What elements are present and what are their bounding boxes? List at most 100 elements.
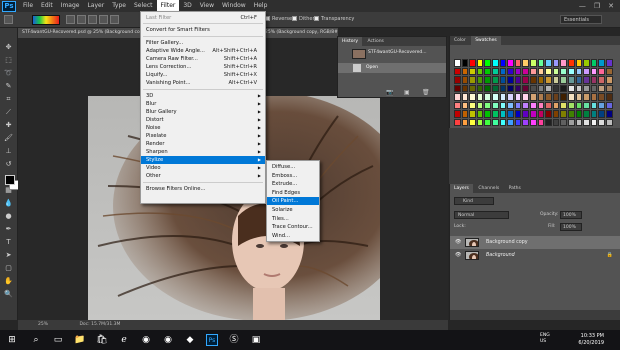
color-swatch[interactable] [598,84,605,92]
color-swatch[interactable] [575,110,583,118]
color-swatch[interactable] [476,76,484,84]
color-swatch[interactable] [530,93,537,101]
color-swatch[interactable] [530,67,537,75]
color-swatch[interactable] [484,118,491,126]
color-swatch[interactable] [454,67,461,75]
color-swatch[interactable] [606,76,613,84]
color-swatch[interactable] [606,118,613,126]
filter-menu-item-blur[interactable]: Blur ▶ [141,100,265,108]
color-swatch[interactable] [469,93,476,101]
filter-menu-item-filter-gallery[interactable]: Filter Gallery... [141,39,265,47]
type-tool-icon[interactable]: T [3,237,14,248]
clone-stamp-tool-icon[interactable]: ⊥ [3,146,14,157]
color-swatch[interactable] [484,59,491,67]
color-swatch[interactable] [514,67,522,75]
history-snapshot-label[interactable]: STF4wantGU-Recovered... [368,50,427,55]
color-swatch[interactable] [545,59,552,67]
store-icon[interactable]: 🛍 [96,334,108,346]
color-swatch[interactable] [568,59,575,67]
color-swatch[interactable] [590,59,598,67]
filter-menu-item-other[interactable]: Other ▶ [141,172,265,180]
color-swatch[interactable] [598,118,605,126]
dodge-tool-icon[interactable]: ● [3,211,14,222]
stylize-item-diffuse[interactable]: Diffuse... [267,163,319,171]
color-swatch[interactable] [537,110,545,118]
history-step-open[interactable]: Open [338,63,446,73]
color-swatch[interactable] [522,76,529,84]
color-swatch[interactable] [507,67,514,75]
color-swatch[interactable] [476,67,484,75]
color-swatch[interactable] [560,110,567,118]
color-swatch[interactable] [598,93,605,101]
edge-icon[interactable]: ℯ [118,334,130,346]
color-swatch[interactable] [552,59,560,67]
reverse-checkbox[interactable]: Reverse [265,16,292,22]
color-swatch[interactable] [545,118,552,126]
color-swatch[interactable] [461,101,469,109]
stylize-item-solarize[interactable]: Solarize [267,206,319,214]
color-swatch[interactable] [476,93,484,101]
color-swatch[interactable] [583,59,590,67]
brush-tool-icon[interactable]: 🖌 [3,133,14,144]
color-swatch[interactable] [461,93,469,101]
color-swatch[interactable] [492,101,499,109]
color-swatch[interactable] [606,59,613,67]
menu-file[interactable]: File [19,0,37,12]
stylize-item-emboss[interactable]: Emboss... [267,172,319,180]
lasso-tool-icon[interactable]: ➰ [3,68,14,79]
color-swatch[interactable] [552,76,560,84]
color-swatch[interactable] [575,101,583,109]
opacity-input[interactable]: 100% [560,211,582,219]
color-swatch[interactable] [583,76,590,84]
color-swatch[interactable] [522,101,529,109]
color-swatch[interactable] [575,76,583,84]
color-swatch[interactable] [537,101,545,109]
menu-type[interactable]: Type [108,0,130,12]
color-swatch[interactable] [560,67,567,75]
filter-menu-item-noise[interactable]: Noise ▶ [141,124,265,132]
new-document-icon[interactable]: ▣ [404,89,410,96]
blend-mode-select[interactable]: Normal [454,211,509,219]
color-swatch[interactable] [545,84,552,92]
color-swatch[interactable] [606,110,613,118]
filter-menu-item-3d[interactable]: 3D ▶ [141,92,265,100]
filter-menu-item-blur-gallery[interactable]: Blur Gallery ▶ [141,108,265,116]
color-swatch[interactable] [568,118,575,126]
tab-channels[interactable]: Channels [474,184,503,193]
color-swatch[interactable] [537,67,545,75]
create-snapshot-icon[interactable]: 📷 [386,89,393,96]
path-select-tool-icon[interactable]: ➤ [3,250,14,261]
filter-menu-item-render[interactable]: Render ▶ [141,140,265,148]
color-swatch[interactable] [514,101,522,109]
color-swatch[interactable] [469,67,476,75]
color-swatch[interactable] [507,59,514,67]
color-swatch[interactable] [522,110,529,118]
filter-menu-item-video[interactable]: Video ▶ [141,164,265,172]
filter-menu-item-lens-correction[interactable]: Lens Correction... Shift+Ctrl+R [141,63,265,71]
color-swatch[interactable] [499,93,507,101]
color-swatch[interactable] [575,93,583,101]
filter-menu-item-vanishing-point[interactable]: Vanishing Point... Alt+Ctrl+V [141,79,265,87]
color-swatch[interactable] [476,118,484,126]
color-swatch[interactable] [545,101,552,109]
color-swatch[interactable] [522,93,529,101]
filter-menu-item-browse-filters-online[interactable]: Browse Filters Online... [141,185,265,193]
color-swatch[interactable] [484,67,491,75]
color-swatch[interactable] [560,118,567,126]
color-swatch[interactable] [560,76,567,84]
chrome-icon-2[interactable]: ◉ [162,334,174,346]
color-swatch[interactable] [568,84,575,92]
linear-gradient-icon[interactable] [66,15,75,24]
color-swatch[interactable] [530,84,537,92]
filter-menu-item-camera-raw-filter[interactable]: Camera Raw Filter... Shift+Ctrl+A [141,55,265,63]
tab-actions[interactable]: Actions [363,37,387,46]
filter-menu-item-distort[interactable]: Distort ▶ [141,116,265,124]
history-brush-tool-icon[interactable]: ↺ [3,159,14,170]
menu-edit[interactable]: Edit [37,0,57,12]
photoshop-taskbar-icon[interactable]: Ps [206,334,218,346]
color-swatch[interactable] [492,67,499,75]
reflected-gradient-icon[interactable] [99,15,108,24]
color-swatch[interactable] [575,67,583,75]
color-swatch[interactable] [590,93,598,101]
color-swatch[interactable] [560,93,567,101]
